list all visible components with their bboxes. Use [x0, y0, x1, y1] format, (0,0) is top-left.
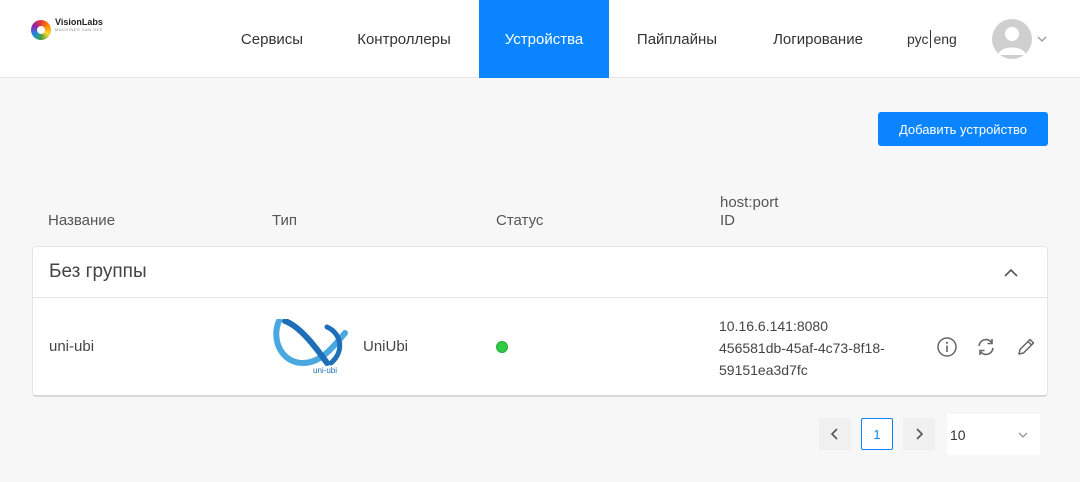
brand-tagline: MACHINES CAN SEE	[55, 27, 103, 32]
device-group-panel: Без группы uni-ubi uni-ubi UniUbi 10.16.…	[32, 246, 1048, 397]
language-switcher: рус eng	[907, 0, 957, 78]
lang-separator	[930, 30, 932, 48]
column-header-name: Название	[48, 212, 116, 229]
nav-services[interactable]: Сервисы	[222, 0, 322, 78]
chevron-down-icon[interactable]	[1036, 33, 1048, 45]
uniubi-logo-icon: uni-ubi	[273, 319, 348, 375]
column-header-id: ID	[720, 212, 735, 229]
visionlabs-logo-icon	[31, 20, 51, 40]
nav-controllers[interactable]: Контроллеры	[340, 0, 468, 78]
user-avatar-icon[interactable]	[992, 19, 1032, 59]
add-device-button[interactable]: Добавить устройство	[878, 112, 1048, 146]
chevron-down-icon	[1018, 432, 1028, 438]
edit-pencil-icon[interactable]	[1015, 336, 1037, 358]
status-indicator	[496, 341, 508, 353]
brand-logo[interactable]: VisionLabs MACHINES CAN SEE	[31, 18, 103, 40]
lang-ru[interactable]: рус	[907, 0, 928, 79]
info-icon[interactable]	[936, 336, 958, 358]
brand-name: VisionLabs	[55, 17, 103, 27]
table-row: uni-ubi uni-ubi UniUbi 10.16.6.141:8080 …	[33, 298, 1047, 396]
pagination-prev-button[interactable]	[819, 418, 851, 450]
column-header-type: Тип	[272, 212, 298, 229]
nav-pipelines[interactable]: Пайплайны	[622, 0, 732, 78]
device-host-port: 10.16.6.141:8080	[719, 318, 828, 334]
device-host-id: 10.16.6.141:8080 456581db-45af-4c73-8f18…	[719, 315, 919, 381]
page-size-select[interactable]: 10	[947, 414, 1040, 455]
column-header-host-port: host:port	[720, 194, 779, 211]
device-name: uni-ubi	[49, 338, 95, 355]
chevron-up-icon[interactable]	[1001, 263, 1021, 283]
svg-text:uni-ubi: uni-ubi	[313, 366, 337, 375]
page-size-value: 10	[950, 427, 966, 443]
column-header-host: host:port ID	[720, 194, 778, 230]
device-id-line2: 59151ea3d7fc	[719, 362, 808, 378]
chevron-right-icon	[916, 428, 924, 440]
lang-en[interactable]: eng	[933, 0, 956, 79]
column-header-status: Статус	[496, 212, 544, 229]
device-type: UniUbi	[363, 338, 409, 355]
nav-devices[interactable]: Устройства	[479, 0, 609, 78]
top-navbar: VisionLabs MACHINES CAN SEE Сервисы Конт…	[0, 0, 1080, 78]
device-id-line1: 456581db-45af-4c73-8f18-	[719, 340, 885, 356]
group-title: Без группы	[49, 261, 147, 282]
pagination-page-1[interactable]: 1	[861, 418, 893, 450]
chevron-left-icon	[830, 428, 838, 440]
refresh-icon[interactable]	[975, 336, 997, 358]
pagination-next-button[interactable]	[903, 418, 935, 450]
nav-logging[interactable]: Логирование	[755, 0, 881, 78]
